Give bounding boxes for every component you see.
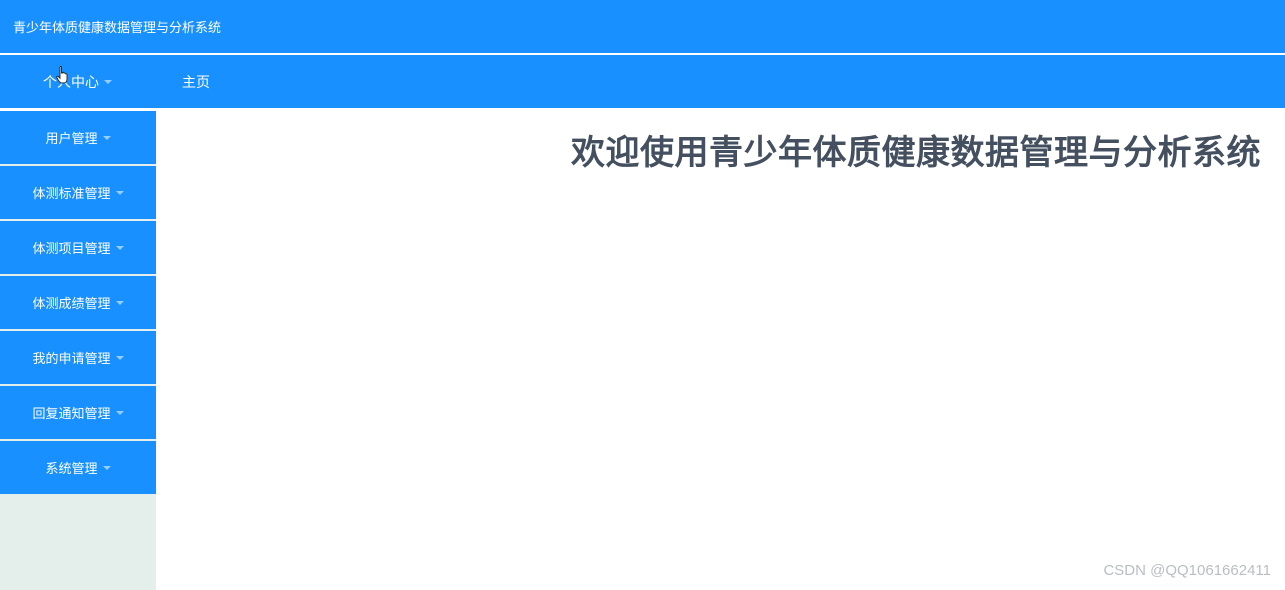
chevron-down-icon: [115, 245, 124, 250]
chevron-down-icon: [115, 410, 124, 415]
sidebar-item-label: 体测标准管理: [32, 187, 111, 202]
chevron-down-icon: [102, 135, 111, 140]
sidebar-item-label: 回复通知管理: [32, 407, 111, 422]
nav-personal-center-label: 个人中心: [43, 74, 99, 91]
nav-home-label: 主页: [182, 74, 210, 91]
sidebar-item-label: 我的申请管理: [32, 352, 111, 367]
sidebar-item-my-application[interactable]: 我的申请管理: [0, 331, 156, 384]
watermark: CSDN @QQ1061662411: [1103, 562, 1271, 579]
sidebar-item-system[interactable]: 系统管理: [0, 441, 156, 494]
sidebar-item-test-standard[interactable]: 体测标准管理: [0, 166, 156, 219]
welcome-title: 欢迎使用青少年体质健康数据管理与分析系统: [571, 134, 1261, 172]
sidebar-item-label: 体测项目管理: [32, 242, 111, 257]
sidebar-item-label: 系统管理: [45, 462, 98, 477]
app-title: 青少年体质健康数据管理与分析系统: [13, 21, 222, 36]
sidebar: 用户管理 体测标准管理 体测项目管理 体测成绩管理 我的申请管理 回复通知管理 …: [0, 111, 156, 590]
chevron-down-icon: [104, 79, 112, 84]
top-nav: 个人中心 主页: [0, 55, 1285, 108]
sidebar-item-label: 用户管理: [45, 132, 98, 147]
sidebar-item-reply-notice[interactable]: 回复通知管理: [0, 386, 156, 439]
sidebar-item-label: 体测成绩管理: [32, 297, 111, 312]
nav-home[interactable]: 主页: [155, 55, 237, 108]
chevron-down-icon: [115, 190, 124, 195]
hand-pointer-cursor-icon: [56, 66, 68, 84]
sidebar-item-test-project[interactable]: 体测项目管理: [0, 221, 156, 274]
sidebar-item-user-management[interactable]: 用户管理: [0, 111, 156, 164]
nav-personal-center[interactable]: 个人中心: [0, 55, 155, 108]
chevron-down-icon: [115, 355, 124, 360]
app-header: 青少年体质健康数据管理与分析系统: [0, 0, 1285, 53]
chevron-down-icon: [102, 465, 111, 470]
sidebar-item-test-score[interactable]: 体测成绩管理: [0, 276, 156, 329]
chevron-down-icon: [115, 300, 124, 305]
